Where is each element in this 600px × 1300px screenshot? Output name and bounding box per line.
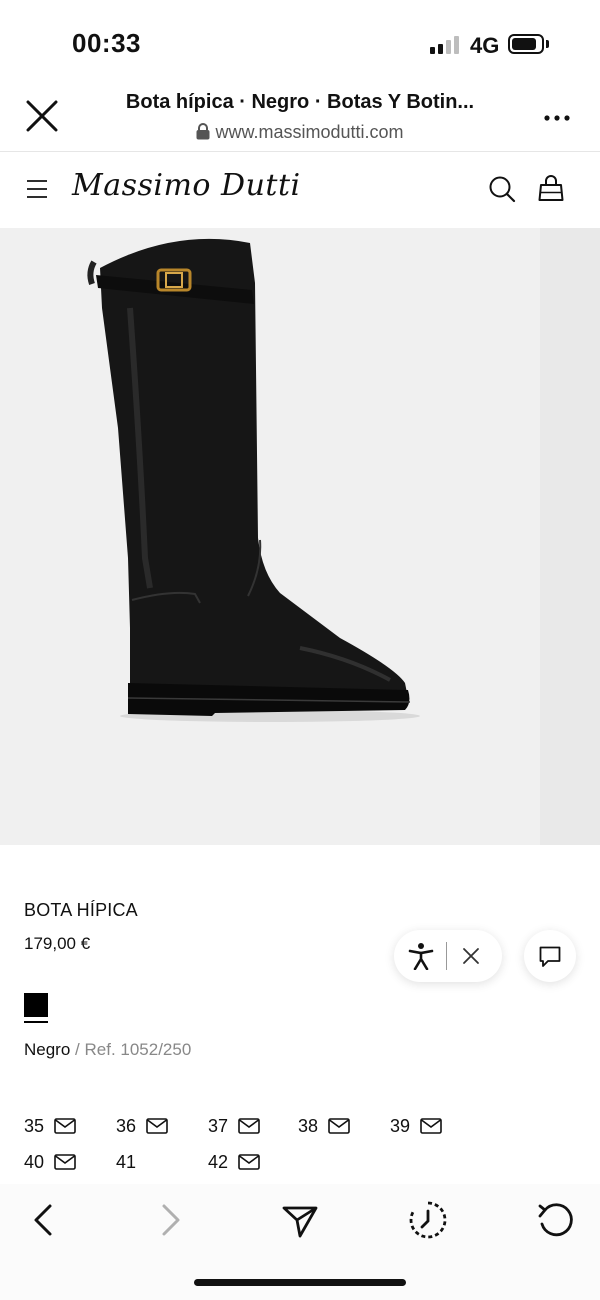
mail-icon [54, 1118, 76, 1134]
menu-icon [27, 180, 47, 198]
history-icon [409, 1201, 447, 1239]
accessibility-button[interactable] [408, 942, 434, 971]
share-icon [282, 1206, 318, 1238]
close-icon [26, 100, 58, 132]
history-button[interactable] [408, 1200, 448, 1240]
mail-icon [238, 1118, 260, 1134]
bag-button[interactable] [538, 174, 564, 202]
chat-button[interactable] [524, 930, 576, 982]
home-indicator [194, 1279, 406, 1286]
close-button[interactable] [22, 96, 62, 136]
back-button[interactable] [24, 1200, 64, 1240]
site-nav: Massimo Dutti [0, 152, 600, 228]
url-bar[interactable]: www.massimodutti.com [100, 122, 500, 143]
size-option[interactable]: 40 [24, 1149, 76, 1175]
accessibility-icon [408, 943, 434, 971]
product-price: 179,00 € [24, 934, 91, 953]
brand-logo[interactable]: Massimo Dutti [72, 168, 301, 203]
status-bar: 00:33 4G [0, 0, 600, 88]
battery-cap [546, 40, 549, 48]
product-ref: Ref. 1052/250 [84, 1040, 192, 1059]
product-image-carousel[interactable] [0, 228, 600, 845]
ref-separator: / [70, 1040, 85, 1059]
more-icon [544, 115, 570, 121]
signal-icon [430, 36, 462, 54]
product-name: BOTA HÍPICA [24, 900, 138, 920]
color-reference: Negro / Ref. 1052/250 [24, 1040, 191, 1060]
share-button[interactable] [280, 1200, 320, 1240]
size-option[interactable]: 38 [298, 1113, 350, 1139]
back-icon [34, 1204, 52, 1236]
color-swatch[interactable] [24, 993, 48, 1017]
accessibility-widget [394, 930, 502, 982]
size-option[interactable]: 39 [390, 1113, 442, 1139]
network-type: 4G [470, 33, 500, 58]
forward-button[interactable] [150, 1200, 190, 1240]
bag-icon [538, 175, 564, 201]
swatch-selected-indicator [24, 1021, 48, 1023]
forward-icon [162, 1204, 180, 1236]
size-label: 39 [390, 1115, 411, 1136]
search-icon [489, 176, 516, 203]
size-label: 38 [298, 1115, 319, 1136]
chat-icon [539, 946, 561, 967]
mail-icon [238, 1154, 260, 1170]
lock-icon [196, 123, 210, 140]
next-image-peek[interactable] [540, 228, 600, 845]
divider [446, 942, 447, 970]
boot-image [87, 238, 420, 722]
more-button[interactable] [540, 108, 576, 128]
size-label: 40 [24, 1151, 45, 1172]
browser-toolbar [0, 1184, 600, 1300]
size-label: 36 [116, 1115, 137, 1136]
size-option[interactable]: 36 [116, 1113, 168, 1139]
mail-icon [54, 1154, 76, 1170]
reload-button[interactable] [536, 1200, 576, 1240]
size-option[interactable]: 41 [116, 1149, 136, 1175]
status-time: 00:33 [72, 28, 141, 58]
mail-icon [328, 1118, 350, 1134]
size-label: 37 [208, 1115, 229, 1136]
color-name: Negro [24, 1040, 71, 1059]
page-title: Bota hípica · Negro · Botas Y Botin... [125, 91, 475, 113]
size-label: 42 [208, 1151, 229, 1172]
reload-icon [538, 1203, 573, 1237]
menu-button[interactable] [26, 178, 48, 200]
accessibility-close-button[interactable] [462, 947, 480, 965]
url-text: www.massimodutti.com [215, 122, 404, 142]
browser-header: Bota hípica · Negro · Botas Y Botin... w… [0, 88, 600, 152]
search-button[interactable] [488, 175, 516, 203]
mail-icon [420, 1118, 442, 1134]
size-label: 41 [116, 1151, 137, 1172]
size-option[interactable]: 35 [24, 1113, 76, 1139]
close-icon [463, 948, 479, 964]
size-option[interactable]: 42 [208, 1149, 260, 1175]
size-label: 35 [24, 1115, 45, 1136]
battery-icon [508, 34, 544, 54]
size-option[interactable]: 37 [208, 1113, 260, 1139]
mail-icon [146, 1118, 168, 1134]
